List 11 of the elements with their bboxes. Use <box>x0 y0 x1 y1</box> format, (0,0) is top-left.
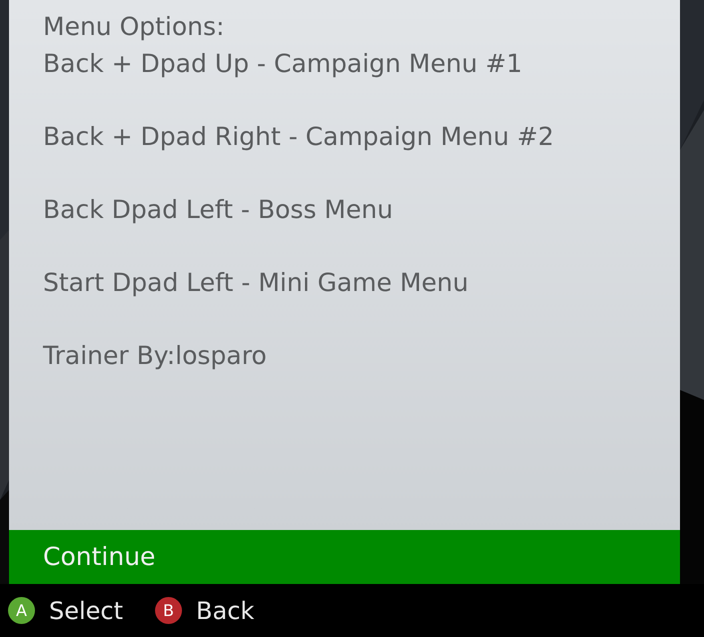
controller-button-icon: A <box>8 597 35 624</box>
hint-label: Back <box>196 596 254 626</box>
menu-text: Start Dpad Left - Mini Game Menu <box>43 267 468 299</box>
menu-text: Back + Dpad Up - Campaign Menu #1 <box>43 48 522 80</box>
controller-button-icon: B <box>155 597 182 624</box>
hint-label: Select <box>49 596 124 626</box>
menu-text: Menu Options: <box>43 11 224 43</box>
menu-text: Back + Dpad Right - Campaign Menu #2 <box>43 121 554 153</box>
menu-text: Trainer By:losparo <box>43 340 267 372</box>
menu-text: Back Dpad Left - Boss Menu <box>43 194 393 226</box>
continue-option[interactable]: Continue <box>9 530 680 584</box>
